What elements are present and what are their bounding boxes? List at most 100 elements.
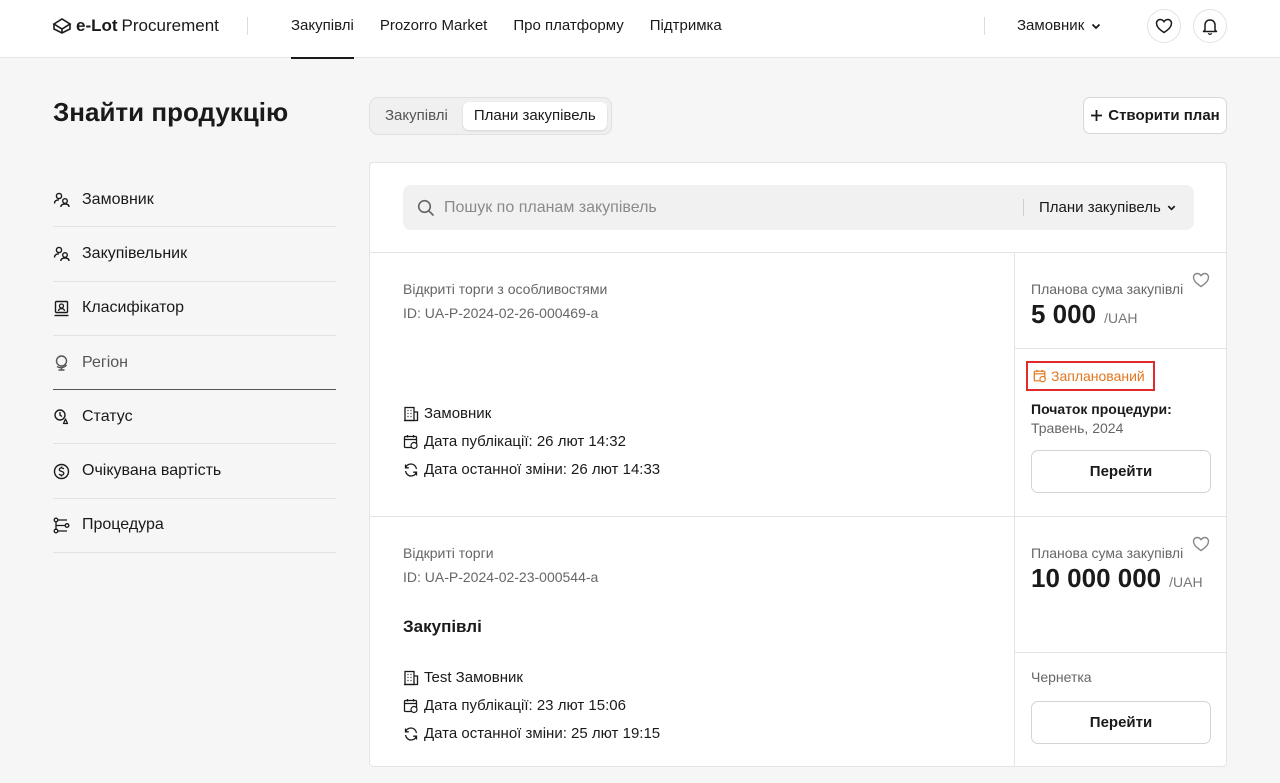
amount-value: 5 000 — [1031, 299, 1097, 329]
tab-procurements[interactable]: Закупівлі — [374, 102, 459, 130]
customer-row: Test Замовник — [403, 669, 523, 686]
logo[interactable]: e-Lot Procurement — [52, 16, 219, 36]
refresh-icon — [404, 462, 418, 477]
amount-label: Планова сума закупівлі — [1031, 545, 1184, 561]
bell-icon — [1202, 19, 1218, 35]
favorite-heart-icon[interactable] — [1192, 272, 1210, 288]
modified-row: Дата останної зміни: 26 лют 14:33 — [403, 461, 660, 478]
favorite-heart-icon[interactable] — [1192, 536, 1210, 552]
filter-classifier[interactable]: Класифікатор — [53, 282, 336, 336]
search-divider — [1023, 199, 1024, 216]
nav-procurements[interactable]: Закупівлі — [291, 0, 354, 59]
amount-block: Планова сума закупівлі 10 000 000 /UAH — [1015, 517, 1226, 653]
published-date: Дата публікації: 23 лют 15:06 — [424, 697, 626, 714]
refresh-icon — [404, 726, 418, 741]
procurement-tabs: Закупівлі Плани закупівель — [369, 97, 612, 135]
amount-label: Планова сума закупівлі — [1031, 281, 1184, 297]
start-value: Травень, 2024 — [1031, 420, 1124, 436]
header-divider — [247, 17, 248, 35]
amount-value: 10 000 000 — [1031, 563, 1162, 593]
filter-label: Регіон — [82, 353, 128, 371]
modified-date: Дата останної зміни: 25 лют 19:15 — [424, 725, 661, 742]
calendar-icon — [403, 698, 418, 713]
calendar-icon — [403, 434, 418, 449]
classifier-icon — [54, 300, 69, 316]
filter-status[interactable]: Статус — [53, 390, 336, 445]
procedure-icon — [53, 517, 70, 534]
filter-label: Очікувана вартість — [82, 462, 222, 480]
chevron-down-icon — [1167, 205, 1176, 211]
published-date: Дата публікації: 26 лют 14:32 — [424, 433, 626, 450]
amount-currency: /UAH — [1104, 310, 1138, 326]
nav-support[interactable]: Підтримка — [650, 0, 722, 58]
start-label: Початок процедури: — [1031, 401, 1172, 417]
status-badge: Запланований — [1026, 361, 1155, 391]
globe-icon — [55, 355, 68, 371]
amount-currency: /UAH — [1169, 574, 1203, 590]
nav-prozorro-market[interactable]: Prozorro Market — [380, 0, 488, 58]
nav-about-platform[interactable]: Про платформу — [513, 0, 623, 58]
filter-label: Статус — [82, 407, 133, 425]
logo-icon — [52, 18, 72, 34]
notifications-button[interactable] — [1193, 9, 1227, 43]
calendar-clock-icon — [1033, 369, 1046, 383]
main-nav: Закупівлі Prozorro Market Про платформу … — [291, 0, 722, 59]
heart-icon — [1155, 18, 1173, 34]
chevron-down-icon — [1092, 23, 1101, 29]
plan-title[interactable]: Закупівлі — [403, 617, 482, 637]
plan-id: ID: UA-P-2024-02-26-000469-a — [403, 305, 599, 321]
filter-label: Закупівельник — [82, 244, 188, 262]
building-icon — [404, 406, 419, 421]
favorites-button[interactable] — [1147, 9, 1181, 43]
customer-name: Test Замовник — [424, 669, 523, 686]
plan-card-summary: Планова сума закупівлі 10 000 000 /UAH Ч… — [1014, 517, 1226, 766]
filter-label: Процедура — [82, 516, 164, 534]
procedure-type: Відкриті торги — [403, 545, 494, 561]
role-dropdown[interactable]: Замовник — [1017, 17, 1102, 34]
customer-name: Замовник — [424, 405, 492, 422]
modified-date: Дата останної зміни: 26 лют 14:33 — [424, 461, 661, 478]
building-icon — [404, 670, 419, 685]
filter-label: Замовник — [82, 190, 154, 208]
plus-icon — [1091, 110, 1103, 121]
results-panel: Пошук по планам закупівель Плани закупів… — [369, 162, 1227, 767]
search-icon — [417, 199, 435, 217]
page-title: Знайти продукцію — [53, 97, 289, 127]
plan-card[interactable]: Відкриті торги з особливостями ID: UA-P-… — [370, 252, 1226, 516]
search-input[interactable]: Пошук по планам закупівель — [444, 185, 657, 230]
planned-amount: 5 000 /UAH — [1031, 299, 1138, 330]
coin-icon — [53, 463, 70, 479]
filters-sidebar: Замовник Закупівельник Класифікатор Регі… — [53, 173, 336, 554]
search-scope-label: Плани закупівель — [1039, 199, 1161, 216]
customer-row: Замовник — [403, 405, 491, 422]
users-icon — [53, 247, 70, 262]
plan-card-details: Відкриті торги ID: UA-P-2024-02-23-00054… — [370, 517, 1014, 766]
search-bar[interactable]: Пошук по планам закупівель Плани закупів… — [403, 185, 1194, 230]
role-label: Замовник — [1017, 17, 1085, 34]
filter-buyer[interactable]: Закупівельник — [53, 227, 336, 282]
go-button[interactable]: Перейти — [1031, 701, 1211, 744]
go-button[interactable]: Перейти — [1031, 450, 1211, 493]
plan-card[interactable]: Відкриті торги ID: UA-P-2024-02-23-00054… — [370, 516, 1226, 766]
search-scope-dropdown[interactable]: Плани закупівель — [1039, 185, 1177, 230]
published-row: Дата публікації: 26 лют 14:32 — [403, 433, 626, 450]
create-plan-button[interactable]: Створити план — [1083, 97, 1227, 134]
published-row: Дата публікації: 23 лют 15:06 — [403, 697, 626, 714]
procedure-type: Відкриті торги з особливостями — [403, 281, 608, 297]
status-label: Запланований — [1051, 368, 1145, 384]
status-label: Чернетка — [1031, 669, 1092, 685]
planned-amount: 10 000 000 /UAH — [1031, 563, 1203, 594]
header-divider — [984, 17, 985, 35]
modified-row: Дата останної зміни: 25 лют 19:15 — [403, 725, 660, 742]
logo-name: Procurement — [121, 16, 219, 35]
filter-expected-value[interactable]: Очікувана вартість — [53, 444, 336, 499]
tab-procurement-plans[interactable]: Плани закупівель — [462, 102, 607, 130]
amount-block: Планова сума закупівлі 5 000 /UAH — [1015, 253, 1226, 349]
filter-procedure[interactable]: Процедура — [53, 499, 336, 554]
filter-region[interactable]: Регіон — [53, 336, 336, 391]
logo-brand: e-Lot — [76, 16, 118, 35]
filter-customer[interactable]: Замовник — [53, 173, 336, 228]
top-header: e-Lot Procurement Закупівлі Prozorro Mar… — [0, 0, 1280, 59]
filter-label: Класифікатор — [82, 299, 185, 317]
users-icon — [53, 192, 70, 208]
